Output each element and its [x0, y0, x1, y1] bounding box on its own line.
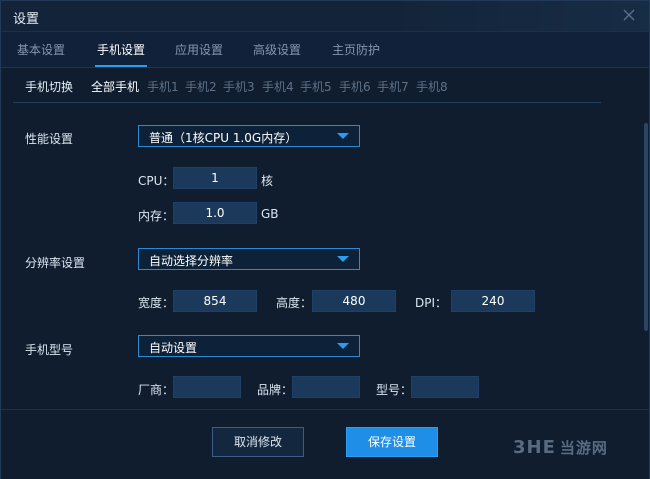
tab-bar: 基本设置 手机设置 应用设置 高级设置 主页防护 — [1, 32, 649, 68]
subtab-phone-4[interactable]: 手机4 — [262, 78, 294, 95]
close-icon[interactable] — [621, 7, 637, 23]
chevron-down-icon — [337, 343, 349, 349]
tab-advanced-settings[interactable]: 高级设置 — [253, 41, 301, 58]
tab-basic-settings[interactable]: 基本设置 — [17, 41, 65, 58]
phone-model-dropdown[interactable]: 自动设置 — [138, 335, 360, 357]
save-button[interactable]: 保存设置 — [346, 427, 438, 457]
height-input[interactable]: 480 — [312, 290, 396, 312]
phone-switcher: 手机切换 全部手机 手机1 手机2 手机3 手机4 手机5 手机6 手机7 手机… — [1, 69, 649, 101]
subtab-phone-6[interactable]: 手机6 — [339, 78, 371, 95]
memory-unit: GB — [261, 207, 279, 221]
brand-input[interactable] — [292, 376, 360, 398]
subtab-phone-7[interactable]: 手机7 — [377, 78, 409, 95]
width-input[interactable]: 854 — [173, 290, 257, 312]
subtab-phone-8[interactable]: 手机8 — [416, 78, 448, 95]
scrollbar-thumb[interactable] — [644, 123, 648, 331]
chevron-down-icon — [337, 256, 349, 262]
cpu-label: CPU： — [138, 174, 175, 188]
memory-label: 内存： — [138, 209, 175, 223]
resolution-dropdown-value: 自动选择分辨率 — [149, 254, 234, 268]
phone-switch-label: 手机切换 — [25, 80, 74, 94]
dpi-label: DPI： — [415, 296, 448, 310]
chevron-down-icon — [337, 133, 349, 139]
dpi-input[interactable]: 240 — [451, 290, 535, 312]
window-title: 设置 — [13, 12, 40, 27]
phone-model-dropdown-value: 自动设置 — [149, 341, 198, 355]
subtab-all-phones[interactable]: 全部手机 — [91, 78, 139, 95]
cancel-button[interactable]: 取消修改 — [212, 427, 304, 457]
performance-dropdown[interactable]: 普通（1核CPU 1.0G内存） — [138, 125, 360, 147]
tab-app-settings[interactable]: 应用设置 — [175, 41, 223, 58]
subtab-phone-3[interactable]: 手机3 — [223, 78, 255, 95]
subtab-phone-2[interactable]: 手机2 — [185, 78, 217, 95]
model-number-input[interactable] — [411, 376, 479, 398]
vendor-label: 厂商： — [138, 383, 175, 397]
cpu-unit: 核 — [261, 174, 274, 188]
resolution-dropdown[interactable]: 自动选择分辨率 — [138, 248, 360, 270]
width-label: 宽度： — [138, 296, 175, 310]
watermark-logo: 3HE 当游网 — [513, 437, 608, 458]
vendor-input[interactable] — [173, 376, 241, 398]
title-bar: 设置 — [1, 1, 649, 32]
cpu-input[interactable]: 1 — [173, 167, 257, 189]
tab-phone-settings[interactable]: 手机设置 — [97, 41, 145, 58]
settings-window: 设置 基本设置 手机设置 应用设置 高级设置 主页防护 手机切换 全部手机 手机… — [0, 0, 650, 479]
watermark-logo-mark: 3HE — [513, 437, 556, 458]
active-tab-indicator — [95, 65, 147, 67]
watermark-text: 当游网 — [559, 439, 608, 457]
memory-input[interactable]: 1.0 — [173, 202, 257, 224]
brand-label: 品牌： — [257, 383, 294, 397]
subtab-divider — [13, 102, 601, 103]
subtab-phone-1[interactable]: 手机1 — [147, 78, 179, 95]
height-label: 高度： — [276, 296, 313, 310]
tab-homepage-protection[interactable]: 主页防护 — [332, 41, 380, 58]
subtab-phone-5[interactable]: 手机5 — [300, 78, 332, 95]
performance-dropdown-value: 普通（1核CPU 1.0G内存） — [149, 131, 298, 145]
resolution-label: 分辨率设置 — [25, 256, 86, 270]
performance-label: 性能设置 — [25, 132, 74, 146]
phone-model-label: 手机型号 — [25, 343, 74, 357]
model-number-label: 型号： — [376, 383, 413, 397]
